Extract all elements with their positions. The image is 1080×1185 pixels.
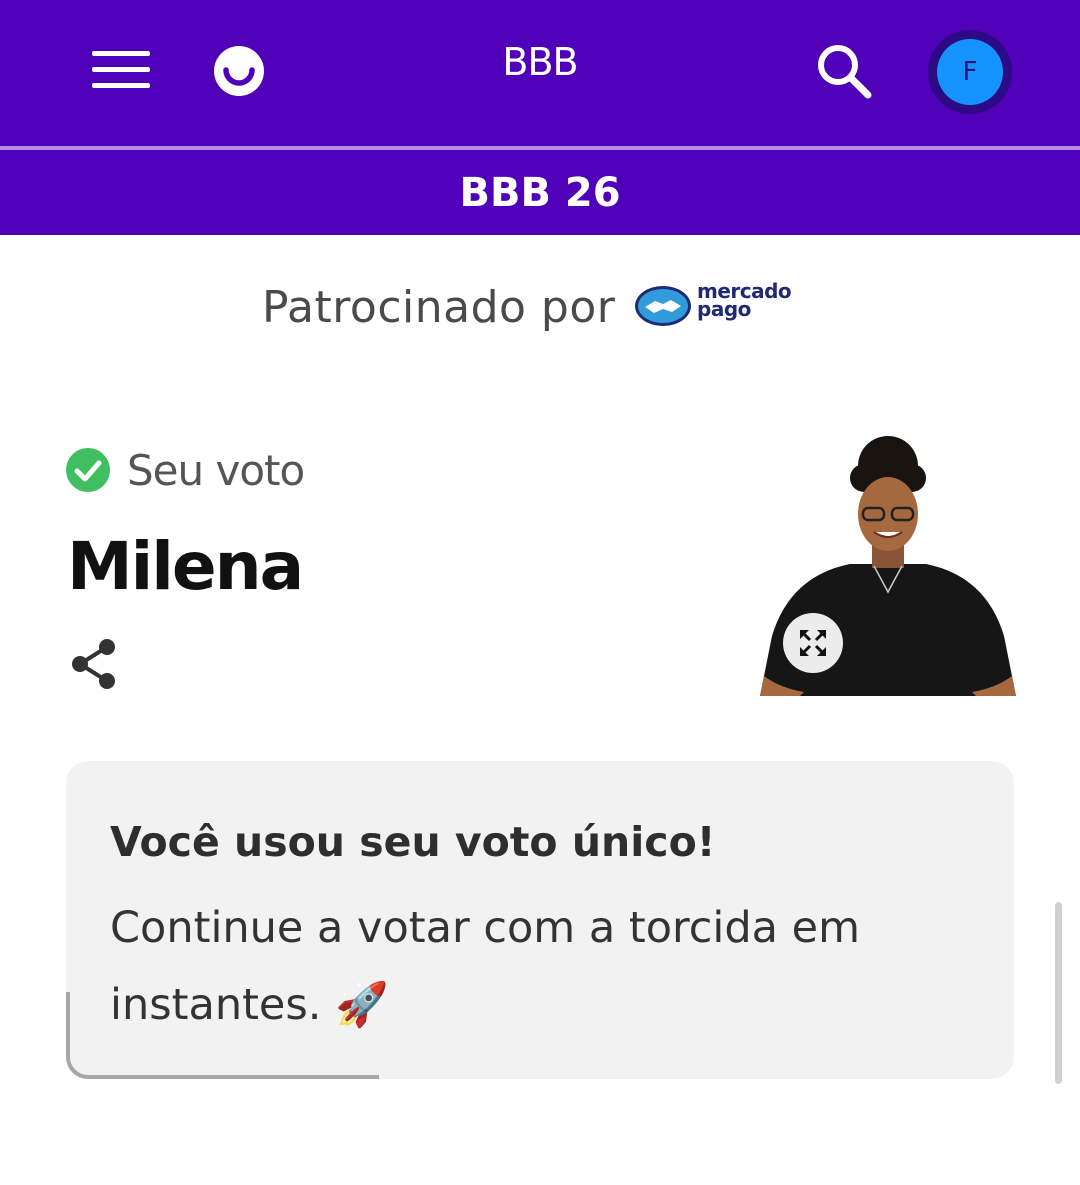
expand-icon <box>800 630 826 656</box>
menu-icon[interactable] <box>92 48 150 92</box>
section-bar: BBB 26 <box>0 150 1080 235</box>
sponsor-label: Patrocinado por <box>262 282 616 333</box>
top-app-bar: BBB F <box>0 0 1080 146</box>
share-icon[interactable] <box>70 638 118 690</box>
handshake-logo-icon <box>635 286 691 326</box>
card-title: Você usou seu voto único! <box>110 818 716 866</box>
vote-status-label: Seu voto <box>127 446 305 495</box>
expand-photo-button[interactable] <box>783 613 843 673</box>
avatar-initial: F <box>937 39 1003 105</box>
candidate-name: Milena <box>67 528 304 605</box>
sponsor-logo[interactable]: mercado pago <box>633 279 793 330</box>
logo-icon[interactable] <box>214 46 264 96</box>
sponsor-logo-text: mercado pago <box>697 279 792 321</box>
check-icon <box>66 448 110 492</box>
section-title: BBB 26 <box>459 169 621 216</box>
avatar[interactable]: F <box>928 30 1012 114</box>
search-icon[interactable] <box>815 42 873 100</box>
scrollbar[interactable] <box>1055 902 1062 1084</box>
card-message: Continue a votar com a torcida em instan… <box>110 903 861 1030</box>
page-title: BBB <box>502 40 578 84</box>
